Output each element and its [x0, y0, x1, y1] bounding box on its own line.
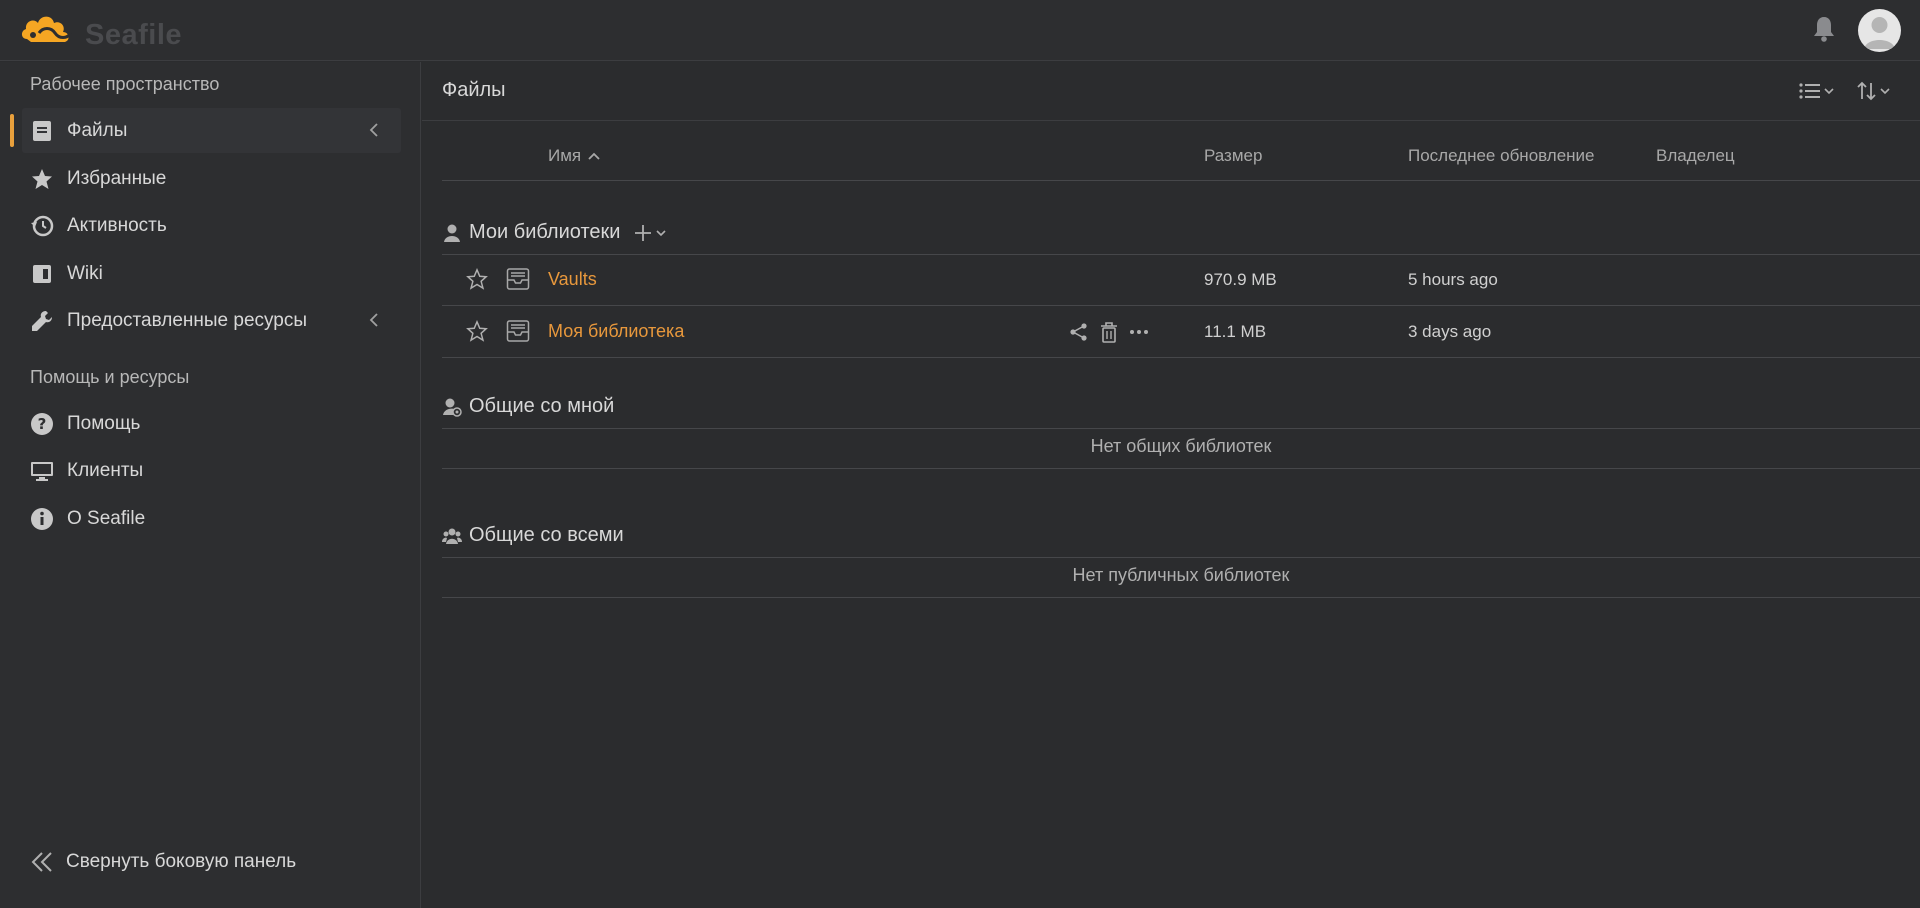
- chevron-left-icon[interactable]: [367, 122, 381, 138]
- library-name-link[interactable]: Vaults: [548, 269, 597, 290]
- page-title: Файлы: [442, 79, 506, 101]
- sidebar-item-label: Помощь: [67, 412, 141, 434]
- sidebar-item-about[interactable]: O Seafile: [22, 496, 401, 541]
- divider: [442, 597, 1920, 598]
- collapse-sidebar-label: Свернуть боковую панель: [66, 851, 297, 872]
- sidebar-item-label: Клиенты: [67, 459, 144, 481]
- my-libraries-section-title: Мои библиотеки: [442, 221, 674, 244]
- chevron-left-icon[interactable]: [367, 312, 381, 328]
- wiki-icon: [29, 261, 55, 287]
- column-name-label: Имя: [548, 146, 582, 165]
- sidebar-item-help[interactable]: ? Помощь: [22, 401, 401, 446]
- main-header: Файлы: [422, 62, 1920, 121]
- divider: [442, 254, 1920, 255]
- new-library-button[interactable]: [634, 223, 674, 243]
- user-avatar-icon: [1864, 17, 1895, 49]
- history-icon: [29, 213, 55, 239]
- logo-text: Seafile: [85, 19, 182, 51]
- star-outline-icon[interactable]: [466, 320, 488, 342]
- library-updated: 3 days ago: [1408, 322, 1492, 341]
- library-updated: 5 hours ago: [1408, 270, 1498, 289]
- sort-ascending-icon: [588, 152, 600, 160]
- info-icon: [29, 506, 55, 532]
- shared-with-me-title: Общие со мной: [469, 395, 615, 417]
- divider: [442, 468, 1920, 469]
- star-icon: [29, 166, 55, 192]
- library-size: 970.9 MB: [1204, 270, 1277, 289]
- main-content: Файлы Имя Размер Последнее обновление Вл…: [422, 62, 1920, 908]
- star-outline-icon[interactable]: [466, 268, 488, 290]
- chevron-down-icon: [656, 229, 667, 236]
- library-name-link[interactable]: Моя библиотека: [548, 321, 684, 342]
- library-icon: [506, 268, 530, 290]
- notification-bell-icon[interactable]: [1811, 15, 1837, 43]
- divider: [442, 180, 1920, 181]
- sidebar-item-label: Предоставленные ресурсы: [67, 309, 308, 331]
- sidebar-item-clients[interactable]: Клиенты: [22, 448, 401, 493]
- more-options-icon[interactable]: [1128, 321, 1150, 343]
- column-updated-header[interactable]: Последнее обновление: [1408, 146, 1595, 166]
- help-heading: Помощь и ресурсы: [30, 367, 190, 387]
- divider: [442, 428, 1920, 429]
- monitor-icon: [29, 458, 55, 484]
- sidebar-item-label: Избранные: [67, 167, 167, 189]
- workspace-heading: Рабочее пространство: [30, 74, 220, 94]
- double-chevron-left-icon: [31, 852, 52, 872]
- my-libraries-title: Мои библиотеки: [469, 221, 621, 243]
- shared-user-icon: [443, 398, 462, 417]
- collapse-sidebar-button[interactable]: Свернуть боковую панель: [30, 850, 296, 874]
- sidebar-item-label: O Seafile: [67, 507, 146, 529]
- sidebar-item-files[interactable]: Файлы: [10, 108, 401, 153]
- no-shared-libraries-message: Нет общих библиотек: [1090, 436, 1272, 456]
- user-avatar[interactable]: [1858, 9, 1901, 52]
- wrench-icon: [29, 308, 55, 334]
- library-icon: [506, 320, 530, 342]
- top-bar: Seafile: [0, 0, 1920, 61]
- sidebar-item-shared-resources[interactable]: Предоставленные ресурсы: [22, 298, 401, 343]
- sidebar-item-label: Wiki: [67, 262, 103, 284]
- column-owner-header: Владелец: [1656, 146, 1735, 165]
- plus-icon: [635, 224, 652, 241]
- column-size-header[interactable]: Размер: [1204, 146, 1262, 166]
- view-mode-button[interactable]: [1798, 78, 1840, 104]
- sidebar-item-label: Активность: [67, 214, 167, 236]
- sidebar-item-favorites[interactable]: Избранные: [22, 156, 401, 201]
- shared-with-me-section-title: Общие со мной: [442, 395, 614, 418]
- shared-with-all-title: Общие со всеми: [469, 524, 624, 546]
- chevron-down-icon: [1824, 88, 1834, 95]
- divider: [442, 357, 1920, 358]
- user-icon: [444, 224, 460, 242]
- divider: [442, 305, 1920, 306]
- files-icon: [29, 118, 55, 144]
- list-view-icon: [1799, 83, 1820, 99]
- group-icon: [442, 528, 462, 544]
- sidebar-item-activity[interactable]: Активность: [22, 203, 401, 248]
- shared-with-all-section-title: Общие со всеми: [442, 524, 624, 547]
- seafile-logo-icon: [21, 16, 73, 42]
- sort-button[interactable]: [1856, 78, 1896, 104]
- svg-text:?: ?: [38, 415, 47, 433]
- sidebar: Рабочее пространство Файлы Избранные Акт…: [0, 62, 421, 908]
- question-icon: ?: [29, 411, 55, 437]
- seafile-logo[interactable]: Seafile: [19, 9, 182, 53]
- delete-icon[interactable]: [1098, 321, 1120, 343]
- column-name-header[interactable]: Имя: [548, 146, 601, 166]
- sidebar-item-wiki[interactable]: Wiki: [22, 251, 401, 296]
- sort-icon: [1857, 81, 1876, 101]
- library-size: 11.1 MB: [1204, 322, 1267, 341]
- no-public-libraries-message: Нет публичных библиотек: [1072, 565, 1290, 585]
- sidebar-item-label: Файлы: [67, 119, 128, 141]
- chevron-down-icon: [1880, 88, 1890, 95]
- share-icon[interactable]: [1068, 321, 1090, 343]
- divider: [442, 557, 1920, 558]
